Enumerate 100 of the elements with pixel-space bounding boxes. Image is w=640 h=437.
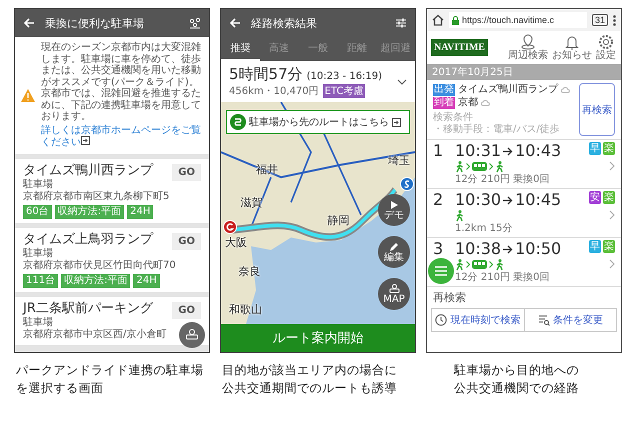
route-badge: 早 [589, 240, 601, 253]
depart-time: 10:31 [455, 142, 502, 160]
parking-route-banner[interactable]: 駐車場から先のルートはこちら [226, 110, 410, 134]
screen-title: 乗換に便利な駐車場 [45, 16, 145, 30]
walking-person-icon [495, 258, 504, 270]
parking-tag: 収納方法:平面 [54, 204, 124, 218]
route-number: 3 [433, 240, 444, 258]
pencil-icon [389, 242, 399, 252]
play-icon [389, 200, 399, 210]
route-details: 12分 210円 乗換0回 [455, 173, 551, 186]
lock-icon [452, 16, 459, 24]
section-heading: 再検索 [427, 286, 621, 308]
date-bar: 2017年10月25日 [427, 64, 621, 80]
cloud-icon [561, 86, 570, 92]
route-number: 2 [433, 191, 444, 209]
arrow-right-icon [503, 146, 514, 156]
parking-name: JR二条駅前パーキング [23, 300, 153, 316]
external-link-icon [81, 136, 90, 145]
route-item[interactable]: 3 10:38 10:50 12分 210円 乗換0回 早 楽 [427, 237, 621, 286]
route-badge: 早 [589, 142, 601, 155]
address-bar[interactable]: https://touch.navitime.c [449, 12, 587, 28]
nav-item[interactable]: お知らせ [551, 34, 593, 61]
parking-address: 京都府京都市伏見区竹田向代町70 [23, 260, 176, 272]
clock-icon [435, 314, 448, 326]
menu-icon [435, 266, 447, 276]
go-button[interactable]: GO [172, 164, 201, 180]
screen-title: 経路検索結果 [251, 16, 318, 30]
route-item[interactable]: 1 10:31 10:43 12分 210円 乗換0回 早 楽 [427, 139, 621, 188]
back-arrow-icon[interactable] [23, 17, 35, 29]
external-link-icon [392, 118, 401, 126]
arrive-time: 10:43 [515, 142, 562, 160]
chevron-right-icon [489, 261, 493, 268]
origin-tag: 出発 [433, 84, 455, 96]
parking-tag: 24H [133, 274, 160, 288]
more-icon[interactable] [613, 14, 616, 26]
destination-tag: 到着 [433, 96, 455, 108]
route-summary[interactable]: 5時間57分 (10:23 - 16:19) 456km・10,470円 ETC考慮 [221, 61, 415, 102]
walking-person-icon [495, 160, 504, 172]
tab-count[interactable]: 31 [592, 14, 608, 26]
back-arrow-icon[interactable] [229, 17, 241, 29]
route-badge: 安 [589, 191, 601, 204]
parking-name: タイムズ上鳥羽ランプ [23, 232, 153, 248]
map-place-label: 大阪 [224, 235, 247, 250]
parking-type: 駐車場 [23, 248, 53, 260]
parking-card[interactable]: タイムズ鴨川西ランプ 駐車場 京都府京都市南区東九条柳下町5 60台 収納方法:平面 24H GO [15, 158, 209, 222]
nav-item[interactable]: 周辺検索 [507, 34, 549, 61]
route-item[interactable]: 2 10:30 10:45 1.2km 15分 安 楽 [427, 188, 621, 237]
menu-button[interactable] [428, 258, 454, 284]
map-pin-icon [520, 34, 536, 50]
research-button[interactable]: 再検索 [579, 83, 615, 136]
chevron-right-icon [466, 163, 470, 170]
route-badge: 楽 [603, 142, 615, 155]
depart-time: 10:38 [455, 240, 502, 258]
screen-caption: 駐車場から目的地への公共交通機関での経路 [454, 362, 580, 397]
route-badge: 楽 [603, 240, 615, 253]
etc-badge: ETC考慮 [322, 84, 366, 98]
walking-person-icon [455, 210, 464, 222]
warning-icon [21, 88, 35, 102]
nav-item[interactable]: 設定 [595, 34, 617, 61]
map-place-label: 和歌山 [228, 302, 262, 317]
home-icon[interactable] [432, 14, 444, 26]
depart-time: 10:30 [455, 191, 502, 209]
nodes-icon[interactable] [189, 17, 201, 29]
settings-icon[interactable] [395, 17, 407, 29]
parking-card[interactable]: タイムズ上鳥羽ランプ 駐車場 京都府京都市伏見区竹田向代町70 111台 収納方法:平面 24H GO [15, 228, 209, 292]
chevron-down-icon[interactable] [397, 78, 407, 84]
notice-text: 現在のシーズン京都市内は大変混雑します。駐車場に車を停めて、徒歩または、公共交通機関を用いた移動がオススメです(パーク＆ライド)。京都市では、混雑回避を推進するために、下記の連携駐車場を用意しております。 [41, 42, 202, 122]
map-place-label: 埼玉 [388, 153, 410, 168]
arrive-time: 10:50 [515, 240, 562, 258]
go-button[interactable]: GO [172, 232, 201, 250]
walking-person-icon [455, 160, 464, 172]
conditions-text: ・移動手段：電車/バス/徒歩 [433, 124, 561, 136]
go-button[interactable]: GO [172, 302, 201, 318]
train-icon [472, 260, 487, 269]
cloud-icon [481, 100, 490, 106]
notice-link[interactable]: 詳しくは京都市ホームページをご覧ください [41, 124, 203, 148]
route-details: 1.2km 15分 [455, 222, 514, 235]
parking-tag: 60台 [23, 204, 52, 218]
route-number: 1 [433, 142, 444, 160]
parking-name: タイムズ鴨川西ランプ [23, 162, 153, 178]
bell-icon [564, 34, 580, 50]
route-badge: 楽 [603, 191, 615, 204]
destination-name: 京都 [458, 96, 478, 109]
route-time-range: (10:23 - 16:19) [306, 71, 382, 82]
map-place-label: 奈良 [238, 264, 260, 280]
route-tab[interactable]: 推奨 [221, 37, 260, 61]
url-text: https://touch.navitime.c [462, 15, 554, 25]
train-icon [472, 162, 487, 171]
start-guidance-button[interactable]: ルート案内開始 [221, 324, 415, 352]
parking-tag: 111台 [23, 274, 58, 288]
logo[interactable]: NAVITIME [431, 39, 488, 56]
map-place-label: 静岡 [328, 213, 350, 228]
walking-person-icon [455, 258, 464, 270]
chevron-right-icon [489, 163, 493, 170]
screen-caption: 目的地が該当エリア内の場合に公共交通期間でのルートも誘導 [222, 362, 398, 397]
parking-address: 京都府京都市南区東九条柳下町5 [23, 190, 170, 202]
parking-type: 駐車場 [23, 178, 53, 190]
parking-card[interactable]: JR二条駅前パーキング 駐車場 京都府京都市中京区西/京小倉町 GO [15, 296, 209, 344]
route-details: 12分 210円 乗換0回 [455, 271, 551, 284]
filter-list-icon [538, 314, 550, 326]
